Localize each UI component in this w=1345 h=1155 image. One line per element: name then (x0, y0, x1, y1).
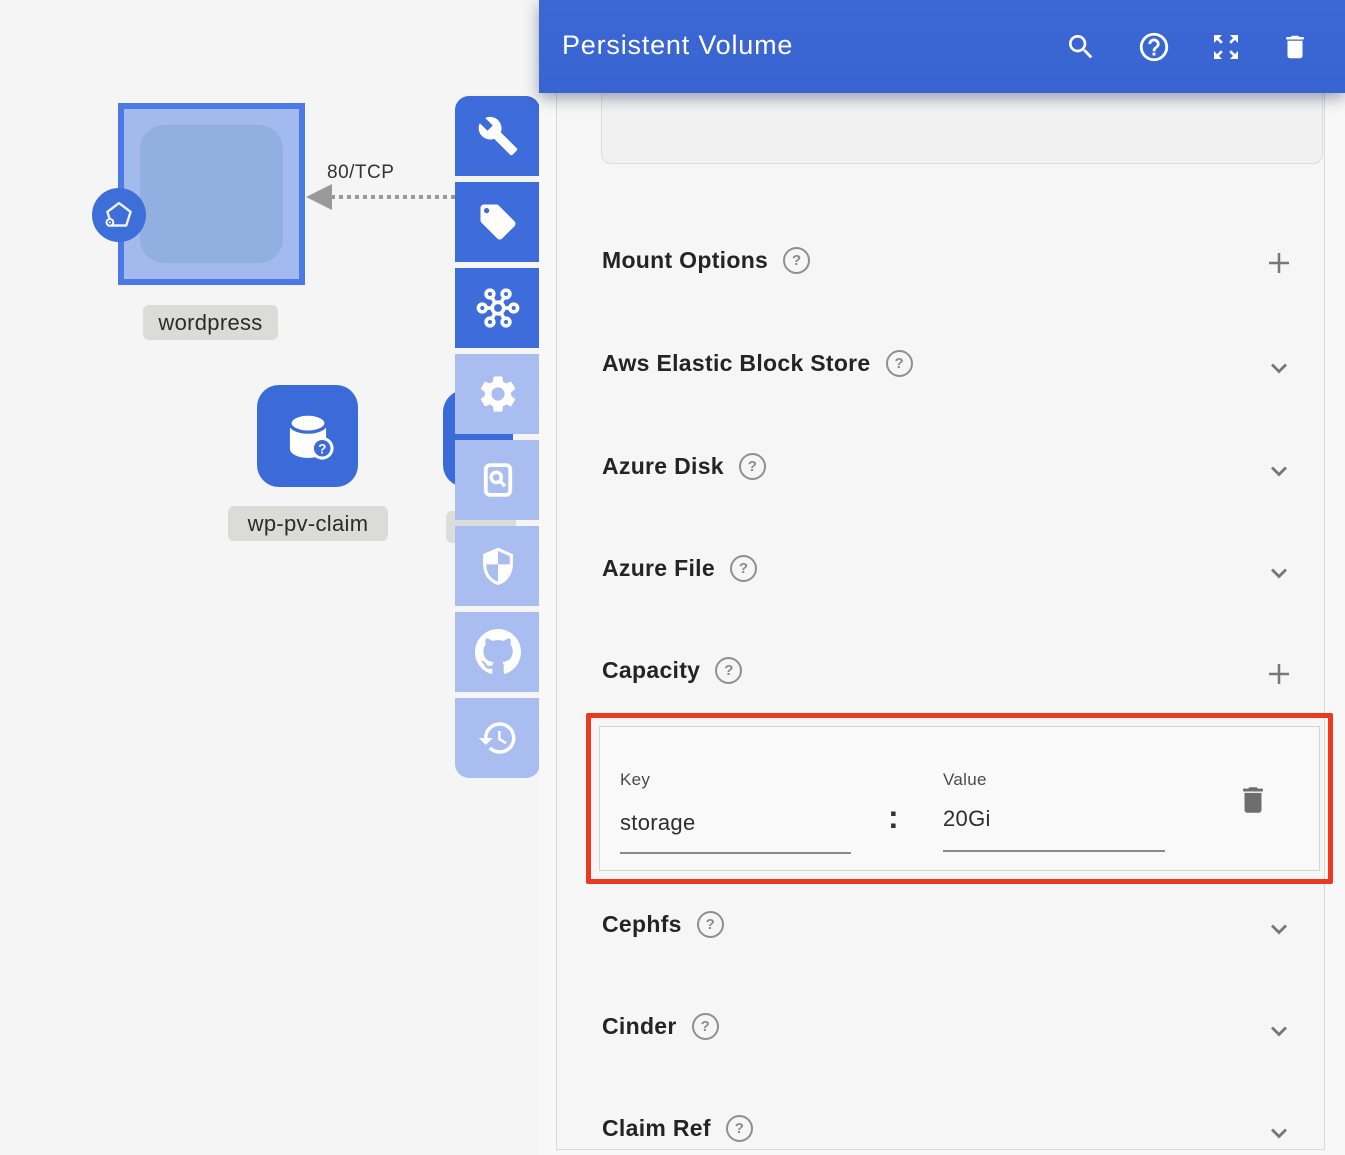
section-claim-ref: Claim Ref ? (602, 1115, 753, 1142)
tag-tool-button[interactable] (455, 182, 540, 262)
expand-claim-ref-button[interactable] (1263, 1117, 1295, 1149)
history-tool-button[interactable] (455, 698, 540, 778)
expand-cephfs-button[interactable] (1263, 913, 1295, 945)
help-glyph: ? (748, 458, 757, 475)
help-icon[interactable]: ? (730, 555, 757, 582)
edge-arrowhead (306, 184, 332, 210)
hub-icon (475, 285, 521, 331)
help-icon[interactable]: ? (886, 350, 913, 377)
node-wordpress[interactable] (118, 103, 305, 285)
database-cylinder-icon: ? (277, 405, 339, 467)
section-azure-file: Azure File ? (602, 555, 757, 582)
trash-icon (1280, 32, 1310, 62)
capacity-highlight-box: Key storage : Value 20Gi (586, 713, 1333, 884)
plus-icon (1264, 248, 1294, 278)
search-icon (1065, 31, 1097, 63)
help-glyph: ? (894, 355, 903, 372)
tag-icon (477, 201, 519, 243)
canvas-toolbar (455, 96, 540, 784)
help-glyph: ? (724, 662, 733, 679)
chevron-down-icon (1265, 559, 1293, 587)
pentagon-pod-icon (102, 198, 136, 232)
github-icon (475, 629, 521, 675)
delete-button[interactable] (1277, 29, 1313, 65)
trash-icon (1236, 783, 1270, 817)
expand-icon (1210, 31, 1242, 63)
pod-badge[interactable] (92, 188, 146, 242)
expand-cinder-button[interactable] (1263, 1015, 1295, 1047)
node-label-wp-pv-claim: wp-pv-claim (228, 506, 388, 541)
github-tool-button[interactable] (455, 612, 540, 692)
chevron-down-icon (1265, 457, 1293, 485)
node-wordpress-inner (140, 125, 283, 263)
plus-icon (1264, 659, 1294, 689)
shield-icon (478, 546, 518, 586)
value-field-input[interactable]: 20Gi (943, 806, 991, 832)
section-cephfs: Cephfs ? (602, 911, 724, 938)
node-wp-pv-claim[interactable]: ? (257, 385, 358, 487)
help-icon (1137, 30, 1171, 64)
wrench-icon (477, 115, 519, 157)
search-document-icon (477, 459, 519, 501)
chevron-down-icon (1265, 354, 1293, 382)
section-title: Azure File (602, 555, 715, 582)
node-label-wordpress: wordpress (143, 305, 278, 340)
section-title: Claim Ref (602, 1115, 711, 1142)
chevron-down-icon (1265, 1017, 1293, 1045)
wrench-tool-button[interactable] (455, 96, 540, 176)
section-title: Mount Options (602, 247, 768, 274)
section-title: Azure Disk (602, 453, 724, 480)
key-field-underline (620, 852, 851, 854)
gear-icon (476, 372, 520, 416)
expand-azure-file-button[interactable] (1263, 557, 1295, 589)
help-icon[interactable]: ? (697, 911, 724, 938)
add-capacity-button[interactable] (1263, 658, 1295, 690)
delete-capacity-row-button[interactable] (1236, 783, 1272, 819)
chevron-down-icon (1265, 915, 1293, 943)
persistent-volume-drawer: ReadWriteOnce Mount Options ? Aws Elasti… (539, 0, 1345, 1155)
shield-tool-button[interactable] (455, 526, 540, 606)
section-title: Cephfs (602, 911, 682, 938)
section-aws-ebs: Aws Elastic Block Store ? (602, 350, 913, 377)
hub-tool-button[interactable] (455, 268, 540, 348)
history-icon (477, 717, 519, 759)
question-badge-glyph: ? (318, 441, 326, 456)
help-icon[interactable]: ? (692, 1013, 719, 1040)
help-glyph: ? (735, 1120, 744, 1137)
section-cinder: Cinder ? (602, 1013, 719, 1040)
help-button[interactable] (1136, 29, 1172, 65)
key-value-separator: : (888, 799, 899, 836)
help-glyph: ? (739, 560, 748, 577)
section-title: Aws Elastic Block Store (602, 350, 871, 377)
section-title: Capacity (602, 657, 700, 684)
form-scroll-area[interactable]: ReadWriteOnce Mount Options ? Aws Elasti… (556, 0, 1325, 1150)
chevron-down-icon (1265, 1119, 1293, 1147)
section-mount-options: Mount Options ? (602, 247, 810, 274)
section-capacity: Capacity ? (602, 657, 742, 684)
section-title: Cinder (602, 1013, 677, 1040)
gear-tool-button[interactable] (455, 354, 540, 434)
edge-port-label: 80/TCP (327, 162, 394, 184)
capacity-key-value-row: Key storage : Value 20Gi (599, 726, 1320, 871)
search-button[interactable] (1063, 29, 1099, 65)
value-field-underline (943, 850, 1165, 852)
expand-azure-disk-button[interactable] (1263, 455, 1295, 487)
key-field-input[interactable]: storage (620, 810, 695, 836)
search-document-tool-button[interactable] (455, 440, 540, 520)
value-field-label: Value (943, 770, 987, 790)
help-icon[interactable]: ? (715, 657, 742, 684)
drawer-header: Persistent Volume (539, 0, 1345, 93)
section-azure-disk: Azure Disk ? (602, 453, 766, 480)
key-field-label: Key (620, 770, 650, 790)
help-icon[interactable]: ? (726, 1115, 753, 1142)
expand-aws-ebs-button[interactable] (1263, 352, 1295, 384)
help-glyph: ? (792, 252, 801, 269)
expand-button[interactable] (1208, 29, 1244, 65)
help-icon[interactable]: ? (783, 247, 810, 274)
add-mount-option-button[interactable] (1263, 247, 1295, 279)
help-glyph: ? (701, 1018, 710, 1035)
help-glyph: ? (706, 916, 715, 933)
drawer-title: Persistent Volume (562, 30, 793, 61)
help-icon[interactable]: ? (739, 453, 766, 480)
